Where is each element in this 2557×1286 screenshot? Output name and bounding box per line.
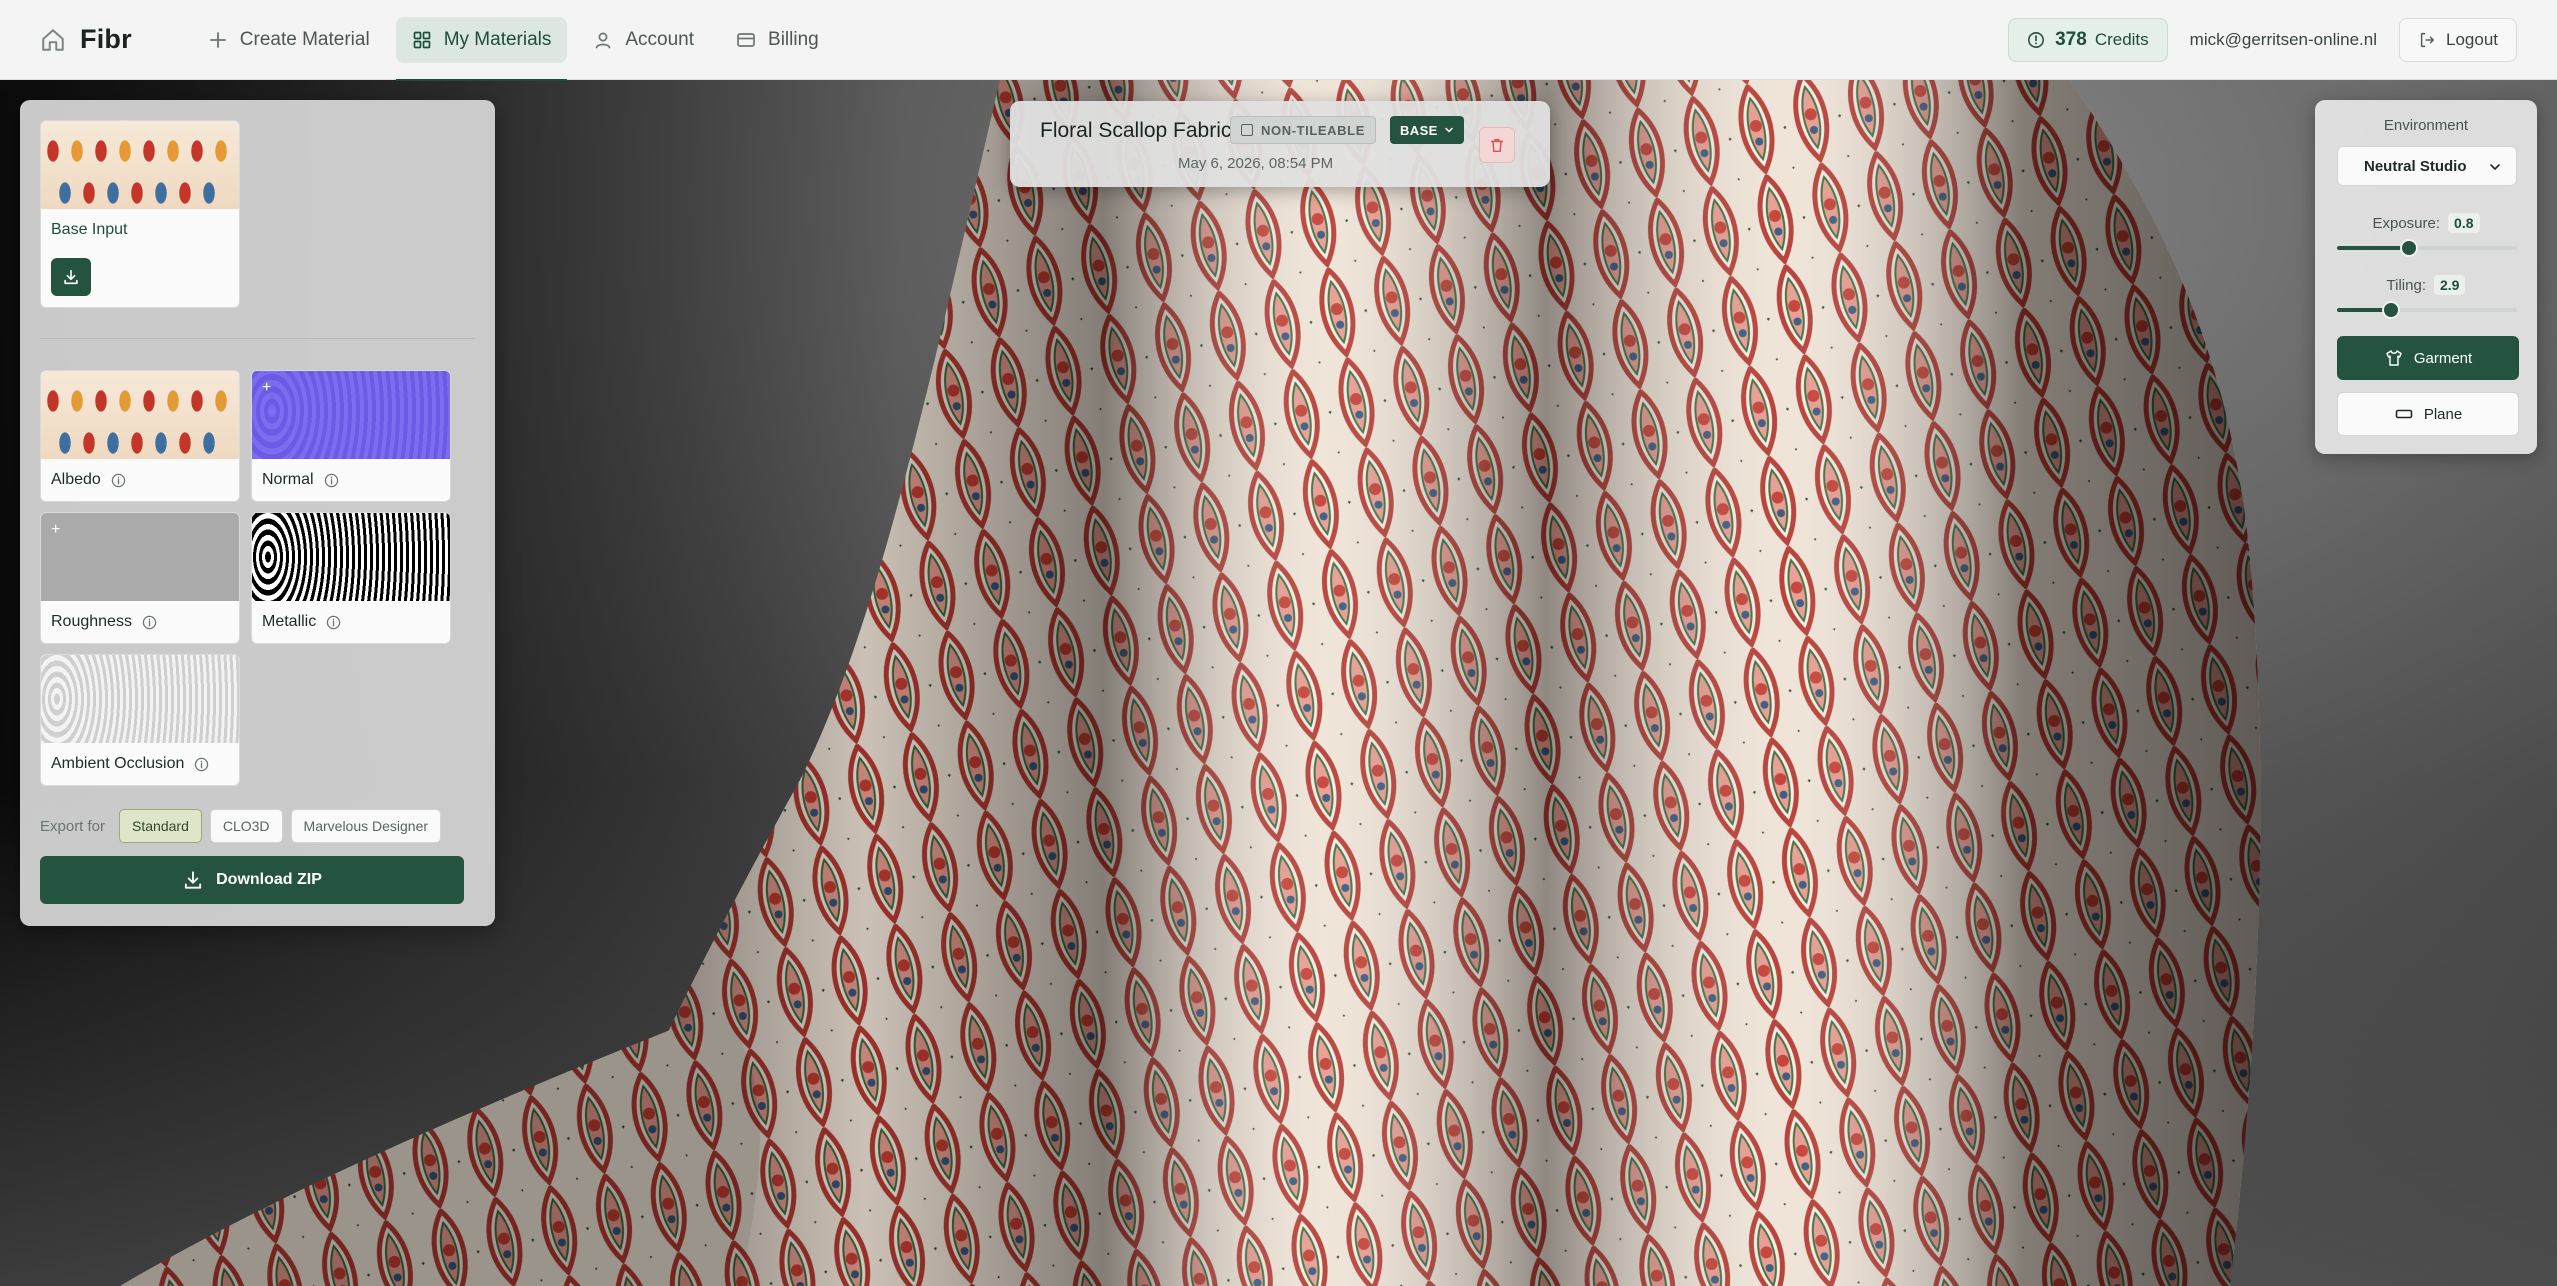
home-icon	[42, 28, 64, 51]
metallic-thumbnail[interactable]	[252, 513, 450, 601]
normal-thumbnail[interactable]: +	[252, 371, 450, 459]
plus-icon	[209, 31, 226, 48]
top-navigation-bar: Fibr Create Material My Materials Accoun…	[0, 0, 2557, 81]
credits-label: Credits	[2094, 29, 2149, 49]
download-icon	[185, 871, 202, 889]
credits-value: 378	[2055, 28, 2087, 50]
chevron-down-icon	[1444, 127, 1453, 133]
roughness-thumbnail[interactable]: +	[41, 513, 239, 601]
chevron-down-icon	[2490, 164, 2500, 170]
delete-material-button[interactable]	[1479, 127, 1515, 163]
material-date: May 6, 2026, 08:54 PM	[1178, 155, 1334, 172]
exposure-slider-fill	[2337, 246, 2409, 250]
trash-icon	[1490, 138, 1504, 153]
exposure-slider-handle[interactable]	[2400, 239, 2418, 257]
exposure-label-row: Exposure: 0.8	[2315, 213, 2537, 233]
export-option-marvelous-designer[interactable]: Marvelous Designer	[290, 809, 442, 843]
export-option-standard[interactable]: Standard	[119, 809, 202, 843]
base-version-dropdown[interactable]: BASE	[1390, 116, 1464, 144]
top-right-area: 378 Credits mick@gerritsen-online.nl Log…	[2008, 17, 2517, 62]
coin-icon	[2028, 31, 2045, 48]
nav-create-material[interactable]: Create Material	[192, 17, 386, 63]
metallic-label: Metallic	[262, 613, 317, 630]
export-label: Export for	[40, 817, 106, 835]
info-icon[interactable]	[324, 473, 339, 488]
info-icon[interactable]	[194, 757, 209, 772]
user-email: mick@gerritsen-online.nl	[2189, 29, 2377, 49]
plane-icon	[2395, 409, 2413, 419]
export-option-clo3d[interactable]: CLO3D	[209, 809, 283, 843]
download-icon	[64, 269, 78, 285]
shirt-icon	[2386, 350, 2402, 366]
sparkle-icon: +	[51, 521, 61, 538]
logout-label: Logout	[2446, 29, 2498, 49]
logout-icon	[2420, 32, 2435, 47]
exposure-label: Exposure:	[2372, 215, 2441, 232]
environment-select[interactable]: Neutral Studio	[2337, 146, 2517, 186]
nav-label: Account	[625, 28, 695, 50]
info-icon[interactable]	[142, 615, 157, 630]
tiling-value: 2.9	[2434, 275, 2466, 295]
tiling-slider[interactable]	[2337, 301, 2517, 319]
user-icon	[596, 32, 611, 48]
nav-account[interactable]: Account	[577, 17, 710, 63]
map-card-ambient-occlusion[interactable]: Ambient Occlusion	[40, 654, 240, 786]
logout-button[interactable]: Logout	[2399, 17, 2517, 62]
nav-label: Create Material	[239, 28, 370, 50]
base-input-download-button[interactable]	[51, 258, 91, 296]
nav-label: My Materials	[443, 28, 552, 50]
environment-title: Environment	[2383, 117, 2469, 134]
main-nav: Create Material My Materials Account Bil…	[192, 0, 845, 81]
exposure-value: 0.8	[2448, 213, 2480, 233]
credits-badge[interactable]: 378 Credits	[2008, 17, 2168, 62]
roughness-label: Roughness	[51, 613, 132, 630]
download-zip-label: Download ZIP	[216, 871, 322, 888]
nav-label: Billing	[768, 28, 819, 50]
nav-my-materials[interactable]: My Materials	[395, 16, 568, 81]
nav-billing[interactable]: Billing	[720, 17, 835, 63]
grid-icon	[413, 31, 431, 48]
base-badge-label: BASE	[1400, 122, 1438, 138]
brand[interactable]: Fibr	[40, 24, 132, 55]
albedo-thumbnail[interactable]	[41, 371, 239, 459]
map-card-roughness[interactable]: + Roughness	[40, 512, 240, 644]
info-icon[interactable]	[111, 473, 126, 488]
download-zip-button[interactable]: Download ZIP	[40, 856, 464, 904]
map-card-normal[interactable]: + Normal	[251, 370, 451, 502]
ambient-occlusion-thumbnail[interactable]	[41, 655, 239, 743]
tiling-slider-handle[interactable]	[2382, 301, 2400, 319]
base-input-label: Base Input	[51, 221, 128, 238]
base-input-thumbnail[interactable]	[41, 121, 239, 209]
tiling-label: Tiling:	[2386, 277, 2426, 294]
garment-label: Garment	[2413, 349, 2473, 367]
garment-preview-button[interactable]: Garment	[2337, 336, 2519, 380]
environment-selected: Neutral Studio	[2364, 157, 2467, 175]
panel-divider	[40, 338, 475, 339]
plane-preview-button[interactable]: Plane	[2337, 392, 2519, 436]
export-options: Export for Standard CLO3D Marvelous Desi…	[40, 809, 449, 843]
tileable-badge-label: NON-TILEABLE	[1261, 122, 1365, 138]
credit-card-icon	[737, 32, 755, 47]
albedo-label: Albedo	[51, 471, 101, 488]
tileable-badge[interactable]: NON-TILEABLE	[1230, 116, 1376, 144]
material-name[interactable]: Floral Scallop Fabric	[1040, 119, 1231, 143]
texture-maps-panel: Base Input Albedo + Normal + Roughness M…	[20, 100, 495, 926]
checkbox-icon	[1241, 124, 1253, 136]
brand-name: Fibr	[80, 24, 132, 54]
environment-panel: Environment Neutral Studio Exposure: 0.8 …	[2315, 100, 2537, 454]
ambient-occlusion-label: Ambient Occlusion	[51, 755, 185, 772]
material-info-card: Floral Scallop Fabric NON-TILEABLE BASE …	[1010, 101, 1550, 187]
plane-label: Plane	[2423, 405, 2463, 423]
map-card-metallic[interactable]: Metallic	[251, 512, 451, 644]
normal-label: Normal	[262, 471, 314, 488]
tiling-label-row: Tiling: 2.9	[2315, 275, 2537, 295]
exposure-slider[interactable]	[2337, 239, 2517, 257]
map-card-albedo[interactable]: Albedo	[40, 370, 240, 502]
sparkle-icon: +	[262, 379, 272, 396]
base-input-card[interactable]: Base Input	[40, 120, 240, 308]
info-icon[interactable]	[326, 615, 341, 630]
